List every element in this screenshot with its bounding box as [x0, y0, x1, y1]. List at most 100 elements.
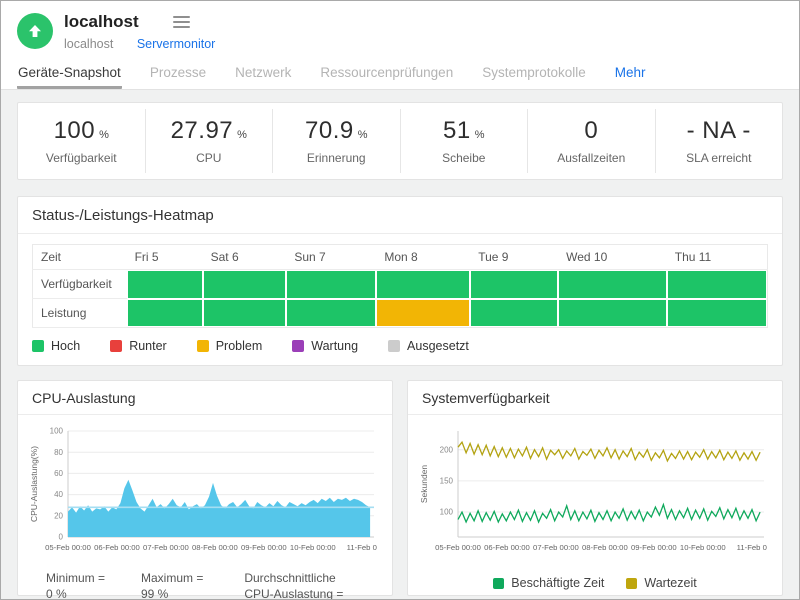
- cpu-maximum: Maximum = 99 %: [141, 571, 204, 600]
- legend-hoch: Hoch: [32, 339, 80, 353]
- tab-mehr[interactable]: Mehr: [614, 61, 647, 89]
- svg-text:Sekunden: Sekunden: [419, 465, 429, 504]
- legend-ausgesetzt: Ausgesetzt: [388, 339, 469, 353]
- svg-text:07-Feb 00:00: 07-Feb 00:00: [533, 543, 579, 552]
- heatmap-cell: [203, 270, 287, 299]
- legend-beschaeftigte-zeit: Beschäftigte Zeit: [493, 576, 604, 590]
- heatmap-col-zeit: Zeit: [32, 244, 127, 270]
- heatmap-table: Zeit Fri 5 Sat 6 Sun 7 Mon 8 Tue 9 Wed 1…: [32, 244, 768, 328]
- legend-swatch-hoch: [32, 340, 44, 352]
- page-title: localhost: [64, 12, 139, 31]
- stat-erinnerung: 70.9% Erinnerung: [272, 109, 400, 173]
- svg-text:CPU-Auslastung(%): CPU-Auslastung(%): [29, 446, 39, 522]
- tab-prozesse[interactable]: Prozesse: [149, 61, 207, 89]
- svg-text:11-Feb 0: 11-Feb 0: [347, 543, 377, 552]
- availability-legend: Beschäftigte Zeit Wartezeit: [418, 576, 772, 590]
- breadcrumb-servermonitor-link[interactable]: Servermonitor: [137, 37, 216, 51]
- stat-label: CPU: [196, 151, 222, 165]
- legend-swatch-wartezeit: [626, 577, 638, 589]
- heatmap-row-label: Leistung: [32, 298, 127, 328]
- svg-text:08-Feb 00:00: 08-Feb 00:00: [192, 543, 238, 552]
- legend-swatch-wartung: [292, 340, 305, 352]
- svg-text:11-Feb 0: 11-Feb 0: [737, 543, 767, 552]
- stat-label: Scheibe: [442, 151, 486, 165]
- stat-label: Erinnerung: [306, 151, 366, 165]
- svg-text:05-Feb 00:00: 05-Feb 00:00: [45, 543, 91, 552]
- stat-value: 51: [443, 117, 471, 144]
- heatmap-cell: [127, 299, 203, 328]
- heatmap-cell: [376, 299, 470, 328]
- dashboard-content: 100% Verfügbarkeit 27.97% CPU 70.9% Erin…: [1, 90, 799, 600]
- stat-cpu: 27.97% CPU: [144, 109, 273, 173]
- stat-value: 70.9: [305, 117, 354, 144]
- svg-text:06-Feb 00:00: 06-Feb 00:00: [94, 543, 140, 552]
- breadcrumb: localhost Servermonitor: [64, 37, 215, 51]
- heatmap-col-sun7: Sun 7: [286, 244, 377, 270]
- stat-value: 0: [584, 117, 599, 144]
- cpu-average: Durchschnittliche CPU-Auslastung = 27,97…: [244, 571, 344, 600]
- svg-text:100: 100: [440, 508, 454, 517]
- heatmap-cell: [203, 299, 287, 328]
- stat-label: Ausfallzeiten: [557, 151, 626, 165]
- legend-swatch-ausgesetzt: [388, 340, 401, 352]
- system-availability-card: Systemverfügbarkeit 100 150 200 05-Feb 00:0…: [407, 380, 783, 596]
- stat-value: - NA -: [686, 117, 751, 144]
- tab-geraete-snapshot[interactable]: Geräte-Snapshot: [17, 61, 122, 89]
- heatmap-legend: Hoch Runter Problem Wartung Ausgesetzt: [32, 339, 768, 353]
- heatmap-title: Status-/Leistungs-Heatmap: [18, 197, 782, 234]
- cpu-usage-chart: 0 20 40 60 80 100 05-Feb 00:00 06-Feb 00:00 07-F…: [29, 427, 377, 552]
- svg-text:200: 200: [440, 445, 454, 454]
- tab-systemprotokolle[interactable]: Systemprotokolle: [481, 61, 587, 89]
- svg-text:0: 0: [59, 533, 64, 542]
- cpu-minimum: Minimum = 0 %: [46, 571, 106, 600]
- tab-netzwerk[interactable]: Netzwerk: [234, 61, 292, 89]
- tab-bar: Geräte-Snapshot Prozesse Netzwerk Ressou…: [1, 55, 799, 90]
- heatmap-col-thu11: Thu 11: [666, 244, 768, 270]
- legend-wartung: Wartung: [292, 339, 358, 353]
- system-availability-chart: 100 150 200 05-Feb 00:00 06-Feb 00:00 07-Feb …: [419, 431, 767, 552]
- svg-text:80: 80: [54, 448, 63, 457]
- heatmap-row: Verfügbarkeit: [32, 269, 768, 299]
- heatmap-card: Status-/Leistungs-Heatmap Zeit Fri 5 Sat…: [17, 196, 783, 366]
- heatmap-col-sat6: Sat 6: [202, 244, 287, 270]
- legend-problem: Problem: [196, 339, 262, 353]
- heatmap-cell: [286, 299, 376, 328]
- heatmap-cell: [667, 270, 768, 299]
- device-status-icon: [17, 13, 53, 49]
- heatmap-cell: [558, 270, 667, 299]
- heatmap-cell: [286, 270, 376, 299]
- heatmap-col-wed10: Wed 10: [558, 244, 667, 270]
- tab-ressourcenpruefungen[interactable]: Ressourcenprüfungen: [319, 61, 454, 89]
- svg-text:09-Feb 00:00: 09-Feb 00:00: [241, 543, 287, 552]
- stat-label: SLA erreicht: [686, 151, 752, 165]
- svg-text:20: 20: [54, 511, 63, 520]
- stats-summary-card: 100% Verfügbarkeit 27.97% CPU 70.9% Erin…: [17, 102, 783, 180]
- heatmap-row-label: Verfügbarkeit: [32, 269, 127, 299]
- svg-text:10-Feb 00:00: 10-Feb 00:00: [290, 543, 336, 552]
- svg-text:40: 40: [54, 490, 63, 499]
- cpu-summary: Minimum = 0 % Maximum = 99 % Durchschnit…: [28, 560, 382, 600]
- app-window: localhost localhost Servermonitor Geräte…: [0, 0, 800, 600]
- svg-text:10-Feb 00:00: 10-Feb 00:00: [680, 543, 726, 552]
- legend-swatch-beschaeftigte-zeit: [493, 577, 505, 589]
- heatmap-cell: [376, 270, 470, 299]
- heatmap-cell: [558, 299, 667, 328]
- svg-text:07-Feb 00:00: 07-Feb 00:00: [143, 543, 189, 552]
- device-header: localhost localhost Servermonitor: [1, 1, 799, 55]
- stat-sla: - NA - SLA erreicht: [654, 109, 783, 173]
- heatmap-col-tue9: Tue 9: [470, 244, 559, 270]
- legend-runter: Runter: [110, 339, 167, 353]
- heatmap-cell: [127, 270, 203, 299]
- heatmap-col-fri5: Fri 5: [126, 244, 203, 270]
- stat-verfuegbarkeit: 100% Verfügbarkeit: [18, 109, 145, 173]
- svg-text:100: 100: [50, 427, 64, 436]
- stat-scheibe: 51% Scheibe: [399, 109, 528, 173]
- svg-text:08-Feb 00:00: 08-Feb 00:00: [582, 543, 628, 552]
- svg-text:05-Feb 00:00: 05-Feb 00:00: [435, 543, 481, 552]
- cpu-chart-title: CPU-Auslastung: [18, 381, 392, 415]
- availability-chart-title: Systemverfügbarkeit: [408, 381, 782, 415]
- stat-ausfallzeiten: 0 Ausfallzeiten: [527, 109, 655, 173]
- svg-text:60: 60: [54, 469, 63, 478]
- menu-icon[interactable]: [171, 11, 192, 33]
- heatmap-col-mon8: Mon 8: [376, 244, 471, 270]
